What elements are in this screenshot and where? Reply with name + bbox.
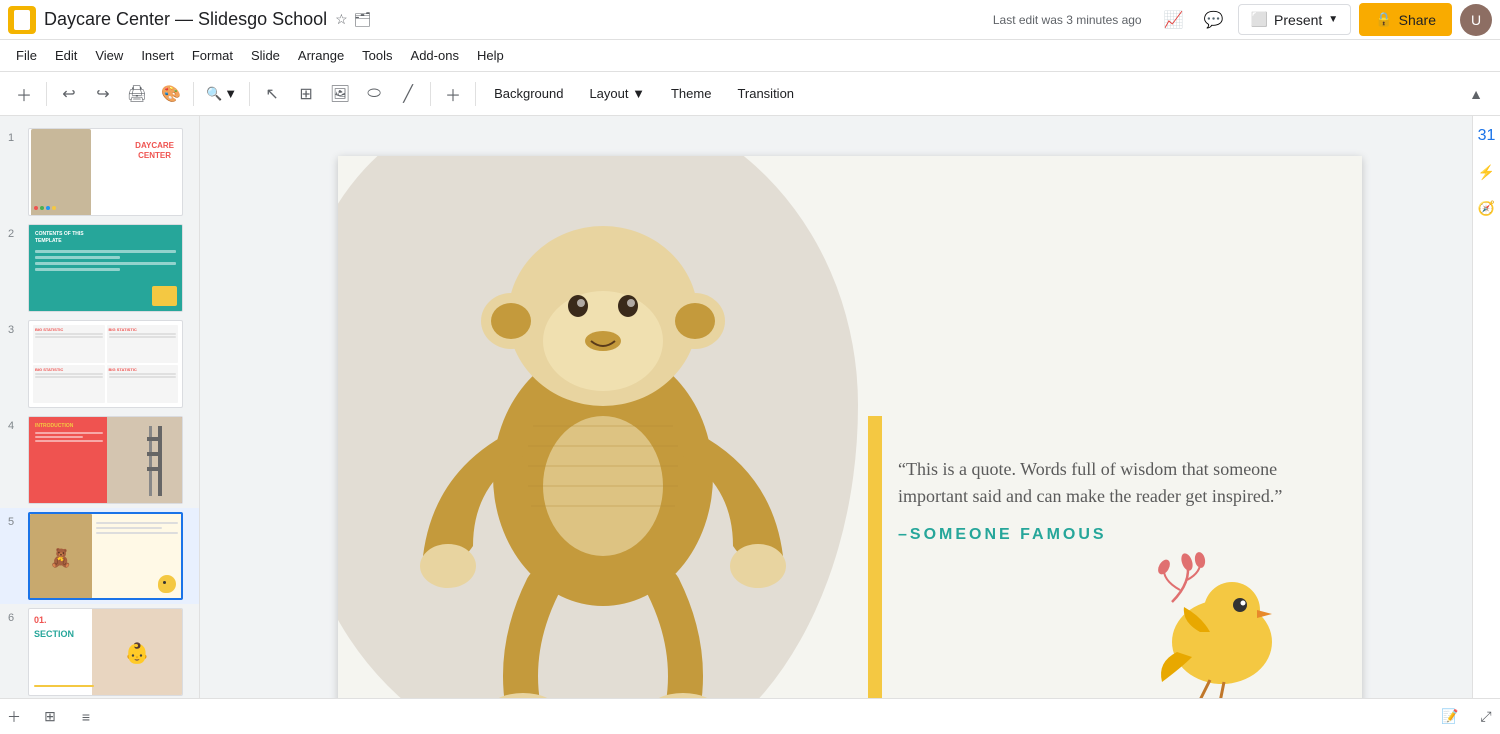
bird-illustration <box>1142 542 1302 702</box>
menu-tools[interactable]: Tools <box>354 44 400 67</box>
slide-item-4[interactable]: 4 INTRODUCTION <box>0 412 199 508</box>
slide-canvas[interactable]: “This is a quote. Words full of wisdom t… <box>338 156 1362 732</box>
menu-insert[interactable]: Insert <box>133 44 182 67</box>
title-bar: Daycare Center — Slidesgo School ☆ 🗂 Las… <box>0 0 1500 40</box>
star-icon[interactable]: ☆ <box>335 11 348 28</box>
expand-button[interactable]: ⤢ <box>1472 703 1500 731</box>
title-icons: ☆ 🗂 <box>335 11 371 28</box>
calendar-icon[interactable]: 31 <box>1475 124 1499 148</box>
add-button[interactable]: ＋ <box>8 78 40 110</box>
slide-item-1[interactable]: 1 DAYCARECENTER <box>0 124 199 220</box>
image-tool[interactable]: 🖼 <box>324 78 356 110</box>
spark-icon[interactable]: ⚡ <box>1475 160 1499 184</box>
present-chevron-icon: ▼ <box>1328 14 1338 25</box>
comment-button[interactable]: ＋ <box>437 78 469 110</box>
grid-view-bottom-button[interactable]: ⊞ <box>36 703 64 731</box>
menu-edit[interactable]: Edit <box>47 44 85 67</box>
zoom-icon: 🔍 <box>206 86 222 102</box>
doc-title: Daycare Center — Slidesgo School <box>44 9 327 30</box>
share-button[interactable]: 🔒 Share <box>1359 3 1452 36</box>
bottom-bar: ＋ ⊞ ≡ 📝 ⤢ <box>0 698 1500 734</box>
quote-area: “This is a quote. Words full of wisdom t… <box>898 456 1338 544</box>
top-right-icons: 📈 💬 ⬜ Present ▼ 🔒 Share U <box>1158 3 1492 36</box>
menu-bar: File Edit View Insert Format Slide Arran… <box>0 40 1500 72</box>
slide-thumb-1: DAYCARECENTER <box>28 128 183 216</box>
menu-arrange[interactable]: Arrange <box>290 44 352 67</box>
list-view-bottom-button[interactable]: ≡ <box>72 703 100 731</box>
divider-4 <box>430 82 431 106</box>
cursor-tool[interactable]: ↖ <box>256 78 288 110</box>
paint-format-button[interactable]: 🎨 <box>155 78 187 110</box>
slide-thumb-3: BIG STATISTIC BIG STATISTIC BIG STATISTI… <box>28 320 183 408</box>
redo-button[interactable]: ↪ <box>87 78 119 110</box>
zoom-chevron: ▼ <box>224 86 237 101</box>
slide-item-5[interactable]: 5 🧸 <box>0 508 199 604</box>
background-button[interactable]: Background <box>482 82 575 105</box>
divider-3 <box>249 82 250 106</box>
last-edit-text: Last edit was 3 minutes ago <box>993 13 1142 27</box>
compass-icon[interactable]: 🧭 <box>1475 196 1499 220</box>
slide-thumb-4: INTRODUCTION <box>28 416 183 504</box>
slide-number-6: 6 <box>8 612 22 624</box>
menu-view[interactable]: View <box>87 44 131 67</box>
divider-1 <box>46 82 47 106</box>
slide-item-6[interactable]: 6 👶 01. SECTION <box>0 604 199 700</box>
share-label: Share <box>1399 12 1436 28</box>
menu-addons[interactable]: Add-ons <box>403 44 467 67</box>
folder-icon[interactable]: 🗂 <box>354 11 372 28</box>
quote-text: “This is a quote. Words full of wisdom t… <box>898 456 1338 510</box>
transition-button[interactable]: Transition <box>725 82 806 105</box>
canvas-area: “This is a quote. Words full of wisdom t… <box>200 116 1500 734</box>
app-icon <box>8 6 36 34</box>
slide-item-2[interactable]: 2 CONTENTS OF THISTEMPLATE <box>0 220 199 316</box>
menu-file[interactable]: File <box>8 44 45 67</box>
menu-help[interactable]: Help <box>469 44 512 67</box>
chat-icon[interactable]: 💬 <box>1198 4 1230 36</box>
main-layout: 1 DAYCARECENTER 2 <box>0 116 1500 734</box>
slide-number-1: 1 <box>8 132 22 144</box>
slide-thumb-6: 👶 01. SECTION <box>28 608 183 696</box>
add-slide-bottom-button[interactable]: ＋ <box>0 703 28 731</box>
slide-number-3: 3 <box>8 324 22 336</box>
present-icon: ⬜ <box>1251 11 1268 28</box>
slide-number-2: 2 <box>8 228 22 240</box>
present-button[interactable]: ⬜ Present ▼ <box>1238 4 1352 35</box>
slide-thumb-2: CONTENTS OF THISTEMPLATE <box>28 224 183 312</box>
toolbar: ＋ ↩ ↪ 🖨 🎨 🔍 ▼ ↖ ⊞ 🖼 ⬭ ╱ ＋ Background Lay… <box>0 72 1500 116</box>
yellow-accent-bar <box>868 416 882 732</box>
divider-2 <box>193 82 194 106</box>
slide-number-4: 4 <box>8 420 22 432</box>
layout-button[interactable]: Layout ▼ <box>577 82 657 105</box>
menu-format[interactable]: Format <box>184 44 241 67</box>
present-label: Present <box>1274 12 1322 28</box>
theme-button[interactable]: Theme <box>659 82 723 105</box>
user-avatar[interactable]: U <box>1460 4 1492 36</box>
divider-5 <box>475 82 476 106</box>
collapse-toolbar-button[interactable]: ▲ <box>1460 78 1492 110</box>
zoom-control[interactable]: 🔍 ▼ <box>200 82 243 106</box>
undo-button[interactable]: ↩ <box>53 78 85 110</box>
right-panel: 31 ⚡ 🧭 <box>1472 116 1500 734</box>
text-box-tool[interactable]: ⊞ <box>290 78 322 110</box>
shape-tool[interactable]: ⬭ <box>358 78 390 110</box>
print-button[interactable]: 🖨 <box>121 78 153 110</box>
lock-icon: 🔒 <box>1375 11 1392 28</box>
add-note-button[interactable]: 📝 <box>1436 703 1464 731</box>
slides-panel: 1 DAYCARECENTER 2 <box>0 116 200 734</box>
trending-icon[interactable]: 📈 <box>1158 4 1190 36</box>
slide-item-3[interactable]: 3 BIG STATISTIC BIG STATISTIC <box>0 316 199 412</box>
slide-number-5: 5 <box>8 516 22 528</box>
monkey-toy-image <box>358 156 848 732</box>
slide-thumb-5: 🧸 <box>28 512 183 600</box>
menu-slide[interactable]: Slide <box>243 44 288 67</box>
line-tool[interactable]: ╱ <box>392 78 424 110</box>
